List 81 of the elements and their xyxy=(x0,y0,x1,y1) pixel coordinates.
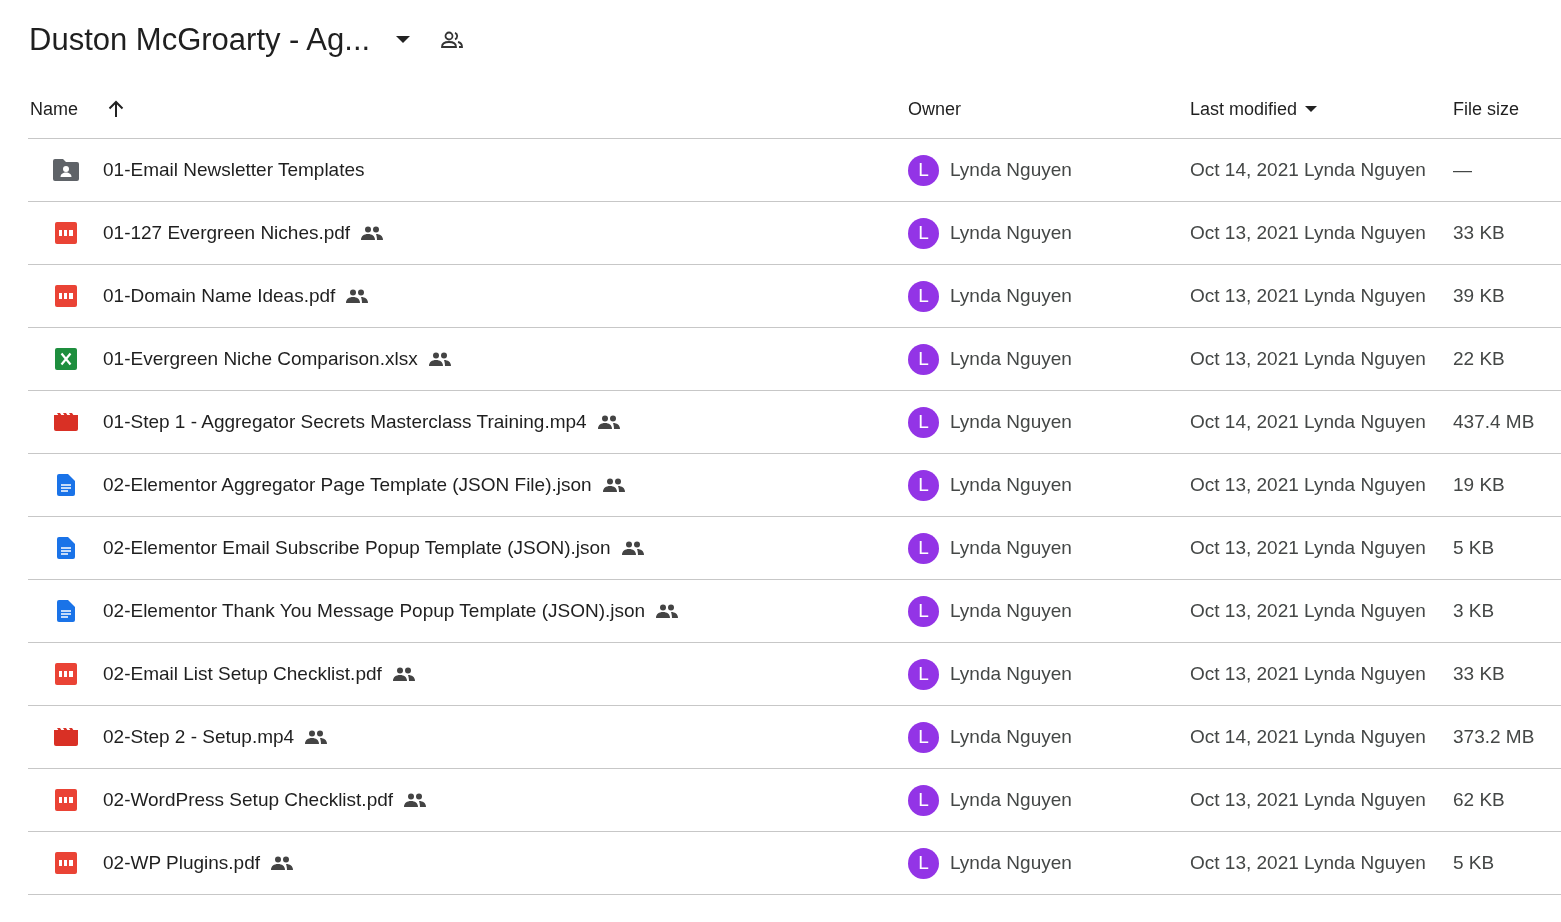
modified-date: Oct 13, 2021 Lynda Nguyen xyxy=(1190,600,1426,622)
file-size: 3 KB xyxy=(1453,600,1495,622)
document-icon xyxy=(57,537,75,559)
file-name[interactable]: 01-Step 1 - Aggregator Secrets Masterclass Training.mp4 xyxy=(103,411,587,433)
modified-date: Oct 13, 2021 Lynda Nguyen xyxy=(1190,348,1426,370)
owner-name: Lynda Nguyen xyxy=(950,852,1072,874)
modified-date: Oct 14, 2021 Lynda Nguyen xyxy=(1190,726,1426,748)
modified-date: Oct 13, 2021 Lynda Nguyen xyxy=(1190,222,1426,244)
owner-name: Lynda Nguyen xyxy=(950,726,1072,748)
file-name[interactable]: 01-Domain Name Ideas.pdf xyxy=(103,285,336,307)
column-header[interactable]: Last modified xyxy=(1190,98,1298,120)
pdf-file-icon xyxy=(55,663,77,685)
file-size: 5 KB xyxy=(1453,537,1495,559)
file-name[interactable]: 01-Email Newsletter Templates xyxy=(103,159,365,181)
modified-date: Oct 13, 2021 Lynda Nguyen xyxy=(1190,852,1426,874)
owner-name: Lynda Nguyen xyxy=(950,474,1072,496)
document-icon xyxy=(57,474,75,496)
column-header[interactable]: File size xyxy=(1453,98,1519,120)
owner-avatar: L xyxy=(908,847,939,879)
file-size: 19 KB xyxy=(1453,474,1505,496)
owner-avatar: L xyxy=(908,406,939,438)
sort-caret-icon[interactable] xyxy=(1305,105,1318,113)
file-size: 437.4 MB xyxy=(1453,411,1535,433)
file-name[interactable]: 02-Step 2 - Setup.mp4 xyxy=(103,726,295,748)
owner-avatar: L xyxy=(908,217,939,249)
owner-name: Lynda Nguyen xyxy=(950,159,1072,181)
owner-avatar: L xyxy=(908,343,939,375)
column-header[interactable]: Owner xyxy=(908,98,961,120)
pdf-file-icon xyxy=(55,285,77,307)
spreadsheet-icon xyxy=(55,348,77,370)
owner-name: Lynda Nguyen xyxy=(950,789,1072,811)
file-size: 33 KB xyxy=(1453,222,1505,244)
modified-date: Oct 13, 2021 Lynda Nguyen xyxy=(1190,537,1426,559)
owner-name: Lynda Nguyen xyxy=(950,348,1072,370)
file-size: 373.2 MB xyxy=(1453,726,1535,748)
file-name[interactable]: 01-Evergreen Niche Comparison.xlsx xyxy=(103,348,418,370)
modified-date: Oct 13, 2021 Lynda Nguyen xyxy=(1190,474,1426,496)
modified-date: Oct 13, 2021 Lynda Nguyen xyxy=(1190,789,1426,811)
sort-arrow-icon[interactable] xyxy=(108,100,124,118)
shared-folder-icon xyxy=(53,159,79,181)
owner-avatar: L xyxy=(908,658,939,690)
owner-name: Lynda Nguyen xyxy=(950,537,1072,559)
owner-name: Lynda Nguyen xyxy=(950,222,1072,244)
modified-date: Oct 14, 2021 Lynda Nguyen xyxy=(1190,411,1426,433)
document-icon xyxy=(57,600,75,622)
file-size: — xyxy=(1453,159,1472,181)
caret-icon xyxy=(396,36,411,44)
file-name[interactable]: 01-127 Evergreen Niches.pdf xyxy=(103,222,351,244)
file-name[interactable]: 02-Elementor Email Subscribe Popup Template (JSON).json xyxy=(103,537,611,559)
pdf-file-icon xyxy=(55,222,77,244)
video-clapper-icon xyxy=(54,728,78,746)
owner-avatar: L xyxy=(908,784,939,816)
owner-name: Lynda Nguyen xyxy=(950,600,1072,622)
owner-avatar: L xyxy=(908,595,939,627)
file-size: 5 KB xyxy=(1453,852,1495,874)
owner-avatar: L xyxy=(908,469,939,501)
owner-avatar: L xyxy=(908,721,939,753)
video-clapper-icon xyxy=(54,413,78,431)
folder-title: Duston McGroarty - Ag... xyxy=(29,22,371,58)
pdf-file-icon xyxy=(55,789,77,811)
file-name[interactable]: 02-Elementor Aggregator Page Template (JSON File).json xyxy=(103,474,592,496)
file-name[interactable]: 02-Email List Setup Checklist.pdf xyxy=(103,663,382,685)
file-size: 33 KB xyxy=(1453,663,1505,685)
file-size: 39 KB xyxy=(1453,285,1505,307)
modified-date: Oct 13, 2021 Lynda Nguyen xyxy=(1190,663,1426,685)
file-name[interactable]: 02-WordPress Setup Checklist.pdf xyxy=(103,789,394,811)
column-header[interactable]: Name xyxy=(30,98,78,120)
owner-avatar: L xyxy=(908,280,939,312)
file-name[interactable]: 02-Elementor Thank You Message Popup Template (JSON).json xyxy=(103,600,646,622)
file-size: 62 KB xyxy=(1453,789,1505,811)
owner-name: Lynda Nguyen xyxy=(950,411,1072,433)
pdf-file-icon xyxy=(55,852,77,874)
modified-date: Oct 14, 2021 Lynda Nguyen xyxy=(1190,159,1426,181)
file-size: 22 KB xyxy=(1453,348,1505,370)
file-name[interactable]: 02-WP Plugins.pdf xyxy=(103,852,260,874)
owner-avatar: L xyxy=(908,154,939,186)
modified-date: Oct 13, 2021 Lynda Nguyen xyxy=(1190,285,1426,307)
owner-avatar: L xyxy=(908,532,939,564)
people-icon[interactable] xyxy=(440,30,465,50)
owner-name: Lynda Nguyen xyxy=(950,285,1072,307)
owner-name: Lynda Nguyen xyxy=(950,663,1072,685)
